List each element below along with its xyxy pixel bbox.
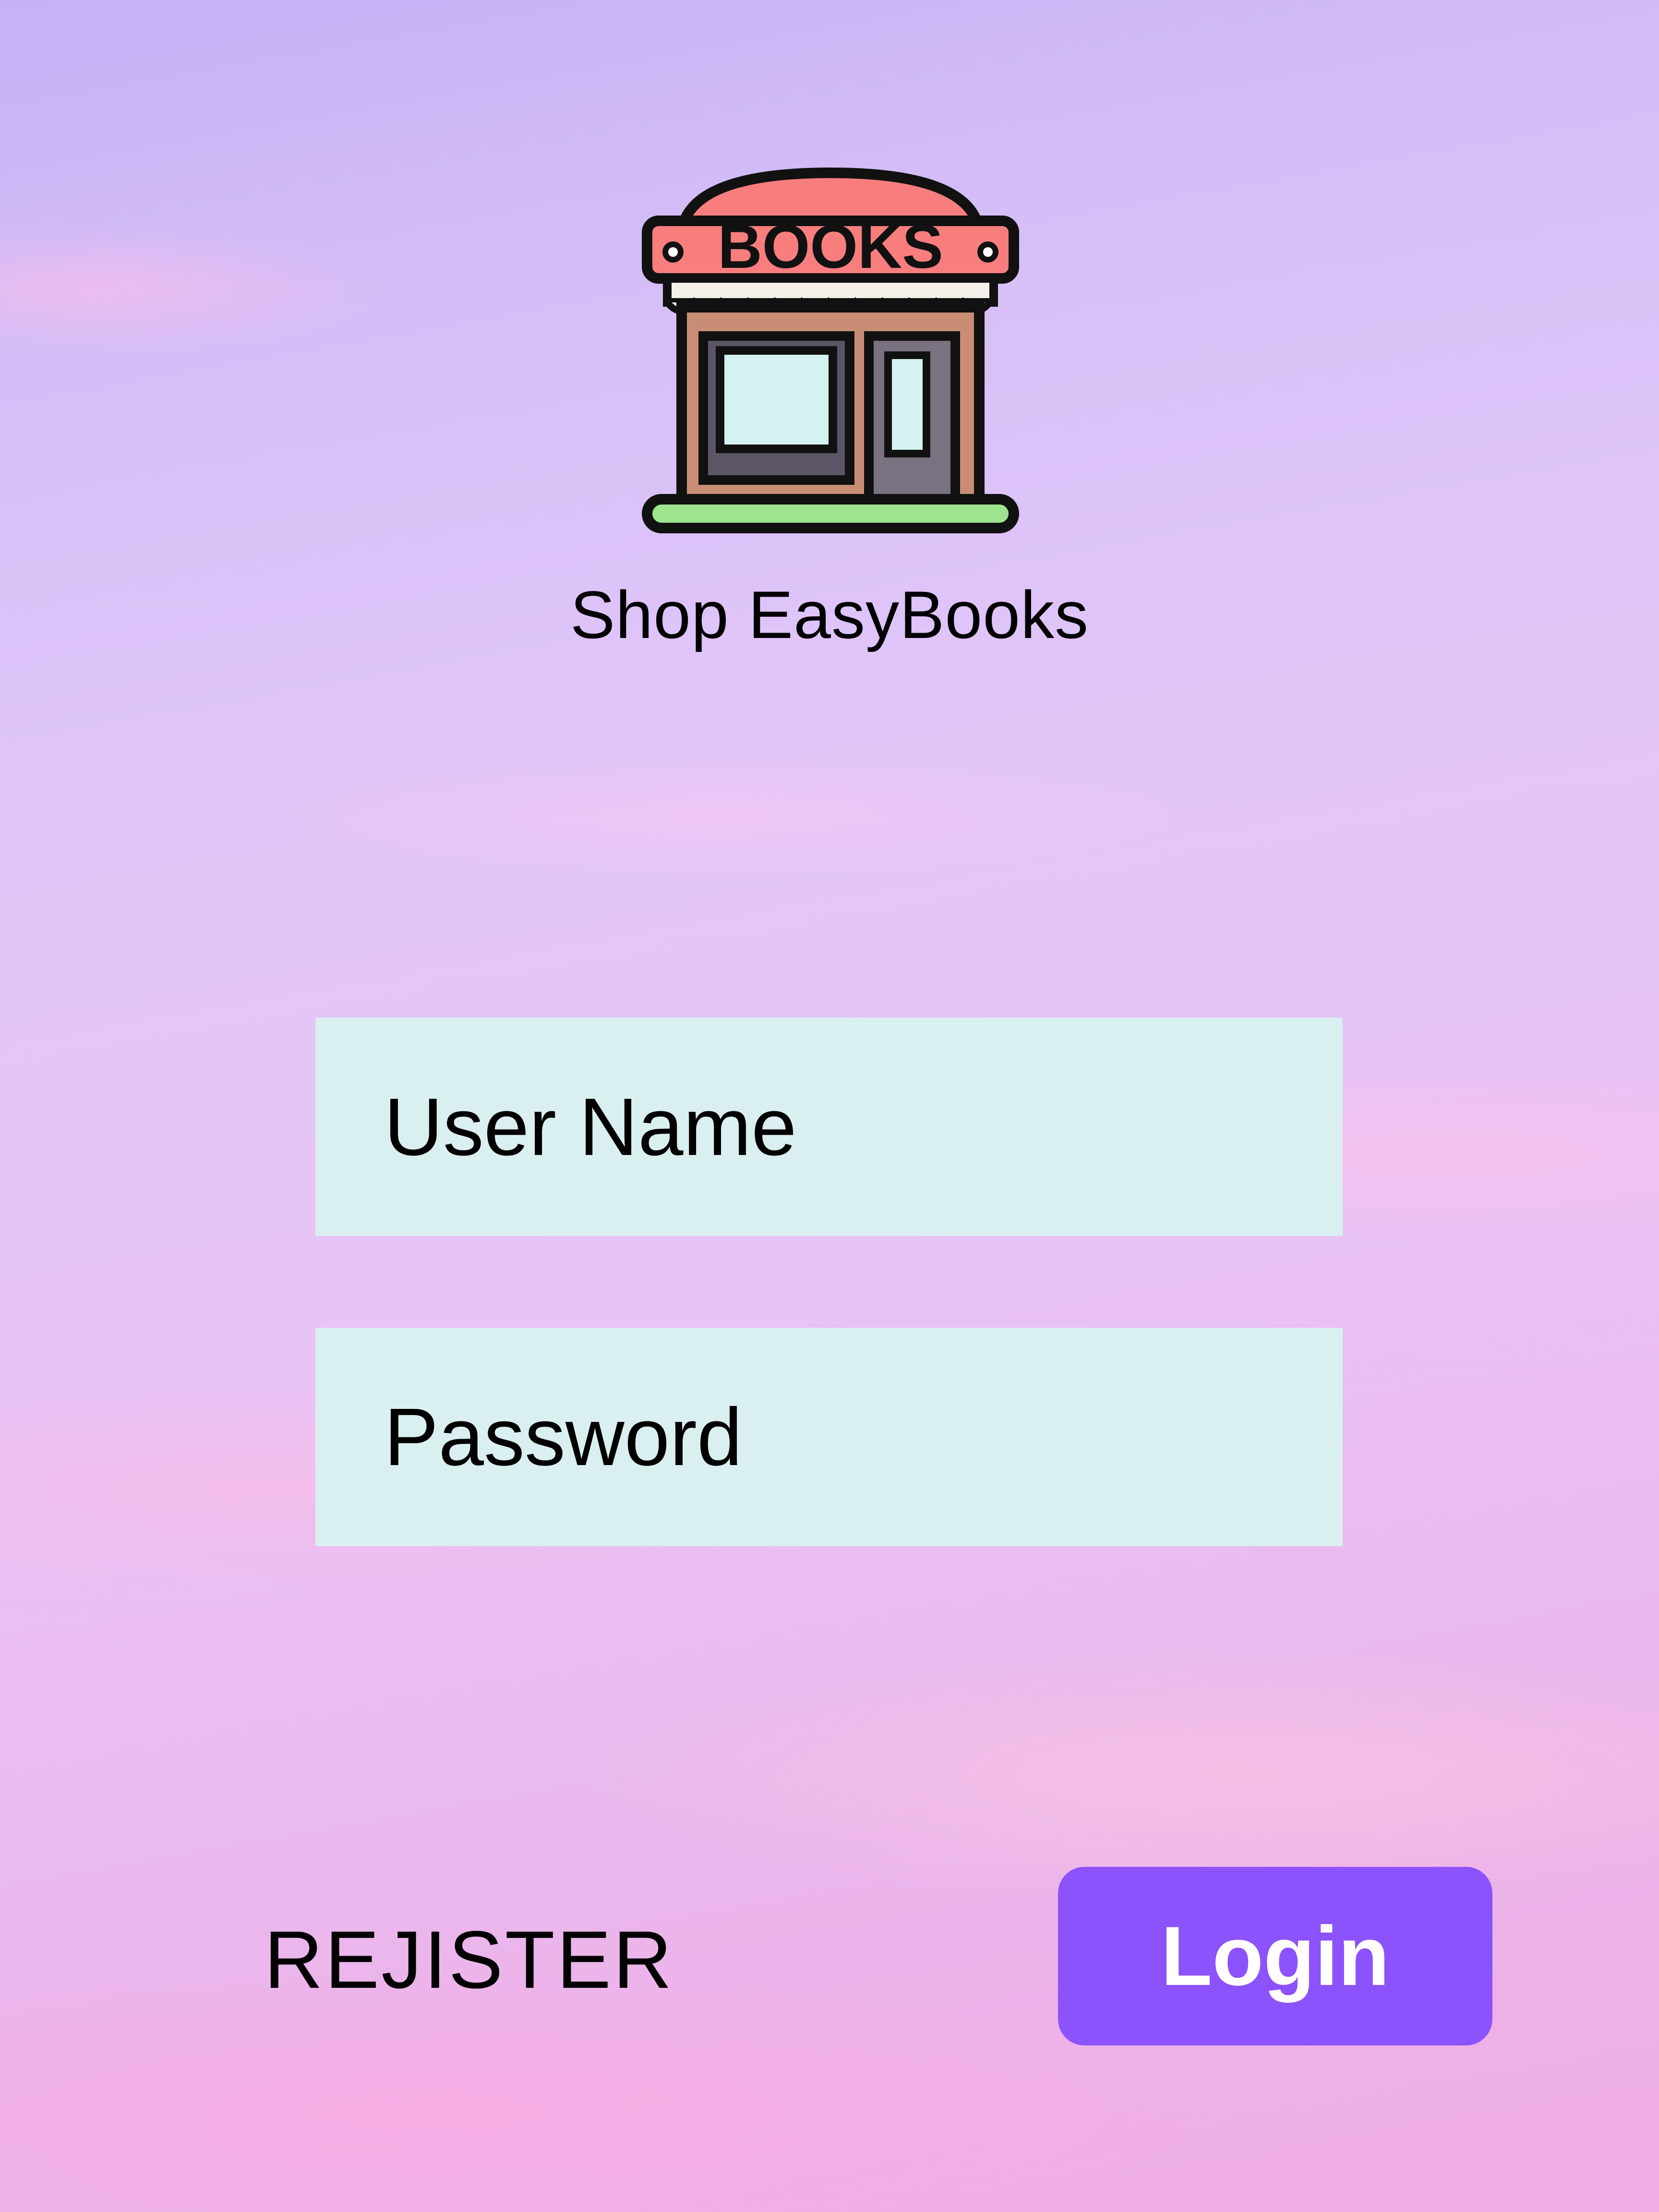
sign-text: BOOKS (718, 213, 943, 281)
login-button[interactable]: Login (1058, 1867, 1492, 2045)
password-input[interactable] (315, 1328, 1343, 1546)
bookstore-icon: BOOKS (642, 168, 1019, 533)
brand-name: Shop EasyBooks (570, 577, 1089, 652)
register-link[interactable]: REJISTER (264, 1913, 674, 2007)
username-input[interactable] (315, 1018, 1343, 1236)
